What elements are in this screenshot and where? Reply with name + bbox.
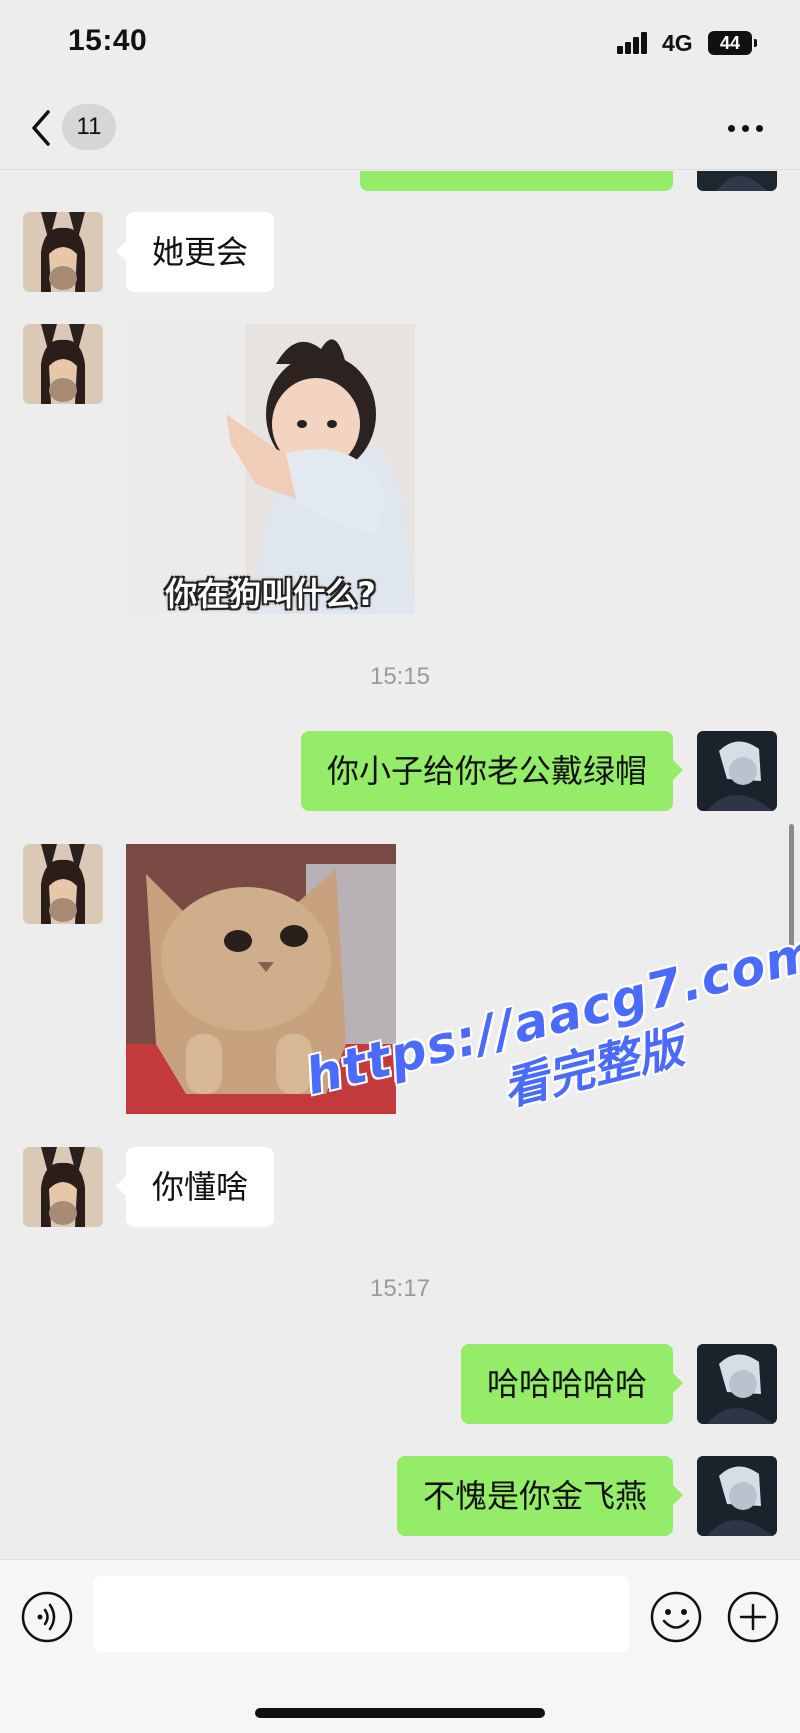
more-dots-icon bbox=[728, 125, 735, 132]
message-bubble[interactable]: 你懂啥 bbox=[115, 1147, 275, 1227]
more-options-button[interactable] bbox=[722, 112, 770, 144]
input-bar bbox=[0, 1559, 800, 1733]
message-bubble-clipped bbox=[360, 171, 673, 191]
home-indicator[interactable] bbox=[255, 1708, 545, 1718]
contact-avatar[interactable] bbox=[23, 844, 103, 924]
message-input[interactable] bbox=[93, 1576, 629, 1652]
message-bubble[interactable]: 哈哈哈哈哈 bbox=[460, 1344, 684, 1424]
sticker-caption: 你在狗叫什么? bbox=[165, 575, 376, 613]
sticker-cat-staring[interactable] bbox=[126, 844, 396, 1114]
chevron-left-icon bbox=[32, 110, 50, 146]
contact-avatar[interactable] bbox=[23, 324, 103, 404]
message-bubble[interactable]: 你小子给你老公戴绿帽 bbox=[300, 731, 684, 811]
status-time: 15:40 bbox=[68, 24, 148, 57]
signal-icon bbox=[617, 30, 653, 54]
scrollbar[interactable] bbox=[789, 824, 794, 974]
voice-icon bbox=[21, 1591, 73, 1643]
more-functions-button[interactable] bbox=[726, 1590, 780, 1644]
voice-button[interactable] bbox=[20, 1590, 74, 1644]
battery-icon: 44 bbox=[708, 31, 757, 55]
sticker-baby-pointing[interactable]: 你在狗叫什么? bbox=[126, 324, 415, 614]
timestamp: 15:15 bbox=[369, 663, 431, 690]
contact-avatar[interactable] bbox=[23, 212, 103, 292]
emoji-button[interactable] bbox=[649, 1590, 703, 1644]
my-avatar[interactable] bbox=[697, 731, 777, 811]
contact-avatar[interactable] bbox=[23, 1147, 103, 1227]
message-list[interactable]: 她更会 你在狗叫什么? 15:15 你小子给你老公戴绿帽 你懂啥 15:17 哈… bbox=[0, 171, 800, 1559]
message-bubble[interactable]: 不愧是你金飞燕 bbox=[396, 1456, 684, 1536]
plus-icon bbox=[727, 1591, 779, 1643]
chat-header: 11 bbox=[0, 90, 800, 170]
my-avatar[interactable] bbox=[697, 1456, 777, 1536]
status-bar: 15:40 4G 44 bbox=[0, 0, 800, 90]
timestamp: 15:17 bbox=[369, 1275, 431, 1302]
back-button[interactable] bbox=[26, 104, 58, 152]
my-avatar[interactable] bbox=[697, 1344, 777, 1424]
emoji-icon bbox=[650, 1591, 702, 1643]
network-type: 4G bbox=[662, 30, 693, 56]
unread-count-badge[interactable]: 11 bbox=[62, 104, 116, 150]
my-avatar[interactable] bbox=[697, 171, 777, 191]
message-bubble[interactable]: 她更会 bbox=[115, 212, 275, 292]
